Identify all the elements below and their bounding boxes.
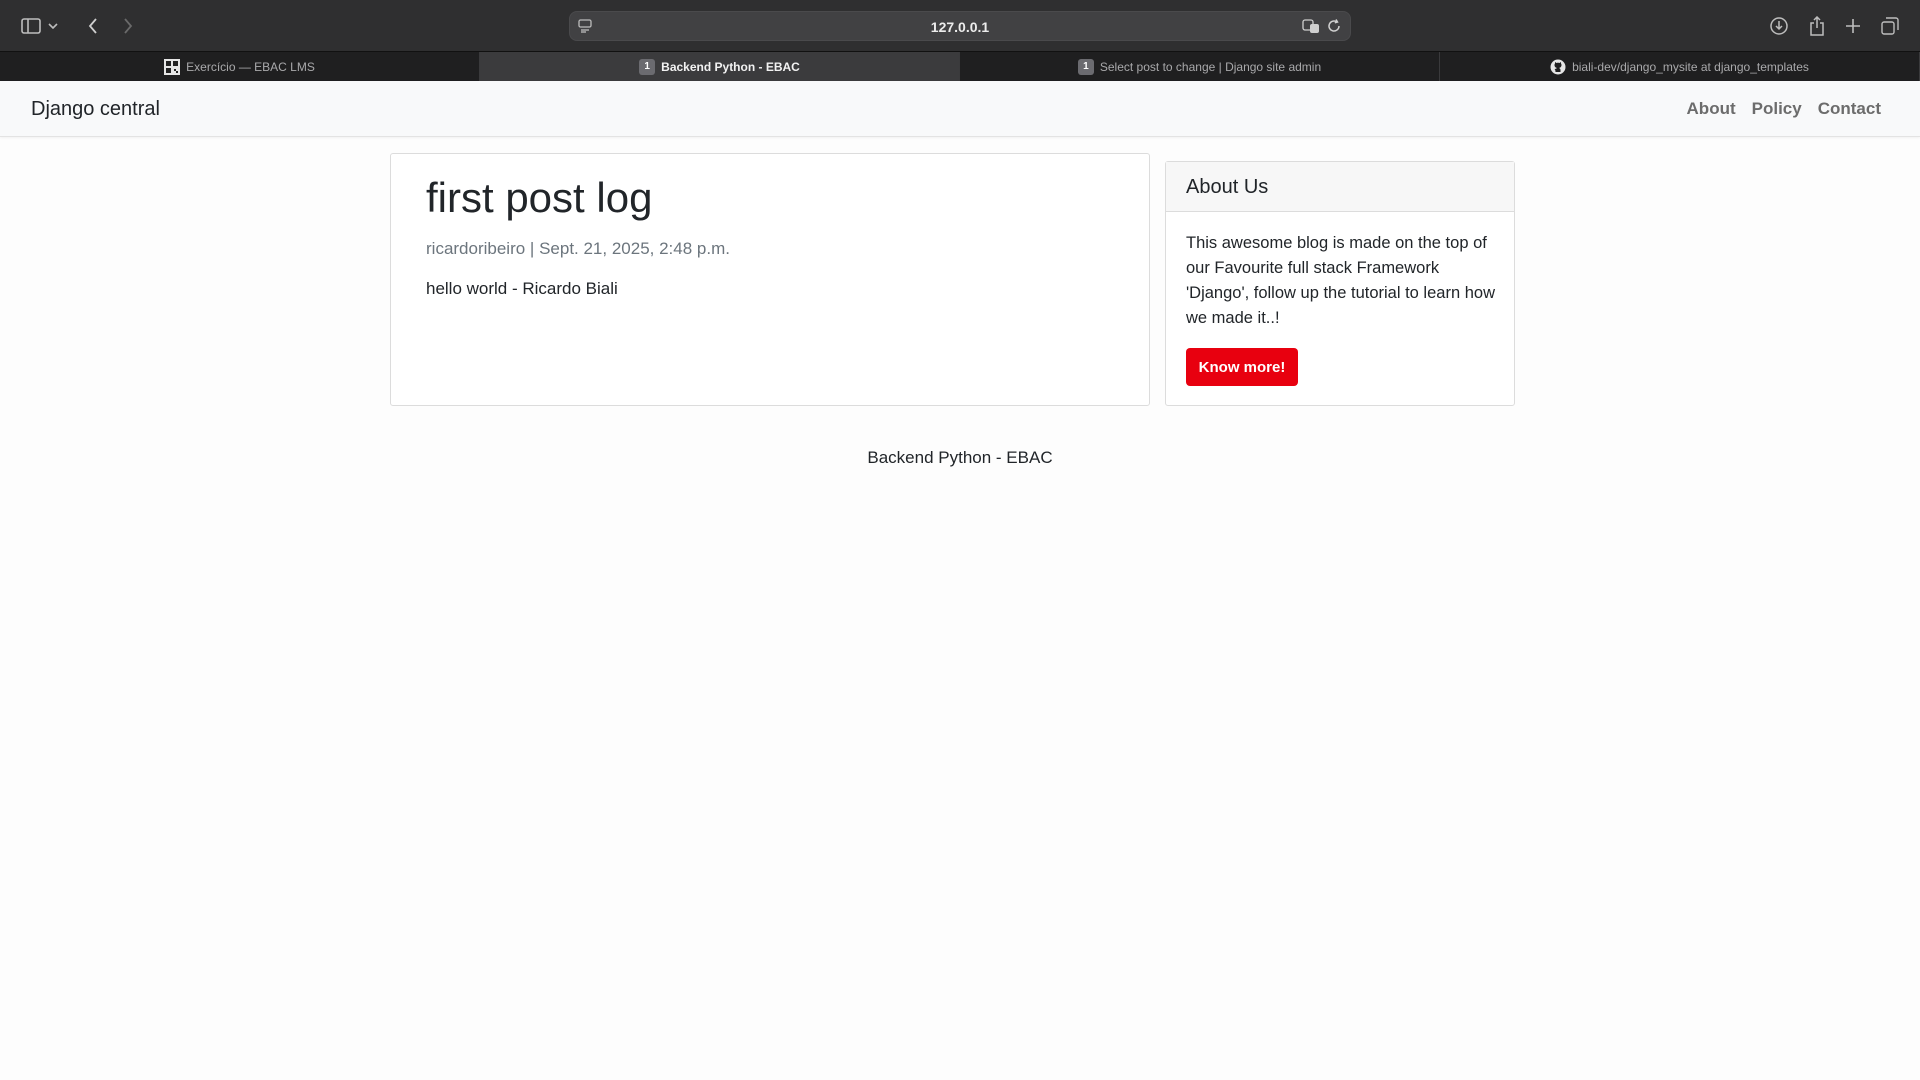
tab-django-admin[interactable]: 1 Select post to change | Django site ad… [960, 52, 1440, 81]
know-more-button[interactable]: Know more! [1186, 348, 1298, 386]
forward-icon[interactable] [115, 13, 141, 39]
post-title: first post log [426, 174, 653, 221]
tab-ebac-lms[interactable]: Exercício — EBAC LMS [0, 52, 480, 81]
share-icon[interactable] [1804, 13, 1830, 39]
post-body: hello world - Ricardo Biali [426, 279, 618, 298]
browser-toolbar: 127.0.0.1 [0, 0, 1920, 51]
tab-favicon-number: 1 [639, 58, 656, 75]
tab-label: Select post to change | Django site admi… [1099, 59, 1322, 74]
about-us-card: About Us This awesome blog is made on th… [1165, 161, 1515, 406]
translate-icon[interactable] [1302, 18, 1320, 39]
tab-favicon-number: 1 [1077, 58, 1094, 75]
tab-bar: Exercício — EBAC LMS 1 Backend Python - … [0, 51, 1920, 81]
nav-link-policy[interactable]: Policy [1752, 99, 1802, 119]
tab-label: Exercício — EBAC LMS [186, 59, 315, 74]
nav-links: About Policy Contact [1687, 99, 1881, 119]
tab-overview-icon[interactable] [1877, 13, 1903, 39]
github-icon [1550, 59, 1566, 75]
post-meta: ricardoribeiro | Sept. 21, 2025, 2:48 p.… [426, 239, 730, 258]
site-brand[interactable]: Django central [31, 98, 160, 121]
nav-link-about[interactable]: About [1687, 99, 1736, 119]
address-bar[interactable]: 127.0.0.1 [569, 11, 1351, 41]
url-text: 127.0.0.1 [930, 19, 990, 35]
tab-label: biali-dev/django_mysite at django_templa… [1572, 59, 1809, 74]
about-us-header: About Us [1166, 162, 1514, 212]
downloads-icon[interactable] [1766, 13, 1792, 39]
sidebar-toggle-icon[interactable] [18, 13, 44, 39]
tab-label: Backend Python - EBAC [661, 59, 800, 74]
site-footer: Backend Python - EBAC [867, 448, 1053, 467]
qr-icon [164, 58, 181, 75]
site-navbar: Django central About Policy Contact [0, 81, 1920, 137]
tab-github[interactable]: biali-dev/django_mysite at django_templa… [1440, 52, 1920, 81]
reload-icon[interactable] [1327, 19, 1341, 38]
post-card: first post log ricardoribeiro | Sept. 21… [390, 153, 1150, 406]
new-tab-icon[interactable] [1840, 13, 1866, 39]
back-icon[interactable] [80, 13, 106, 39]
nav-link-contact[interactable]: Contact [1818, 99, 1881, 119]
about-us-text: This awesome blog is made on the top of … [1186, 234, 1495, 327]
tab-backend-python[interactable]: 1 Backend Python - EBAC [480, 52, 960, 81]
web-page: Django central About Policy Contact firs… [0, 81, 1920, 1080]
chevron-down-icon[interactable] [46, 13, 60, 39]
